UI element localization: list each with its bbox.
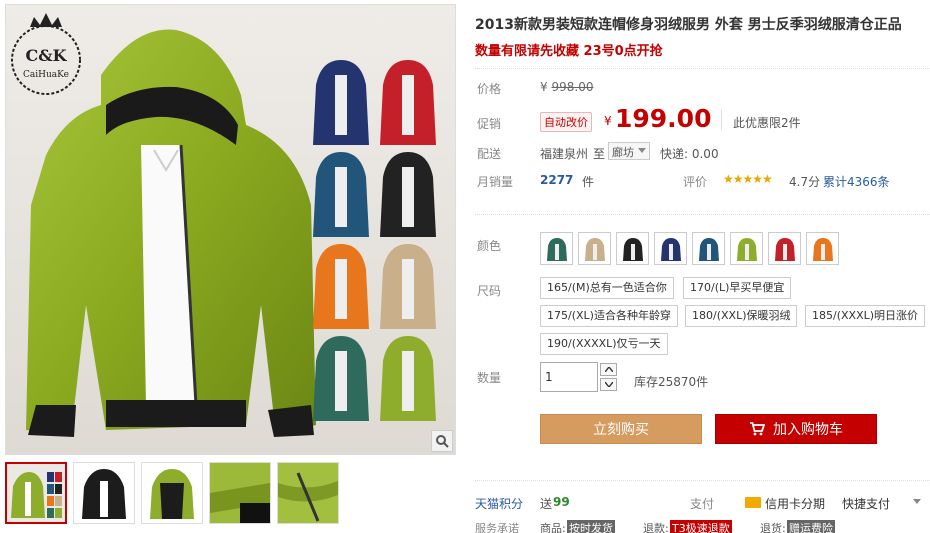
promo-text: 数量有限请先收藏 23号0点开抢 [475,44,663,59]
thumbnail-4[interactable] [209,462,271,524]
divider [721,110,722,130]
refund-label: 退款: [643,522,669,533]
price-label: 价格 [477,82,502,96]
add-to-cart-button[interactable]: 加入购物车 [715,414,877,444]
color-swatch-8[interactable] [806,232,839,265]
chevron-up-icon [604,367,613,372]
chevron-down-icon [638,148,646,153]
size-option-180[interactable]: 180/(XXL)保暖羽绒 [685,305,798,327]
points-value: 99 [553,495,570,509]
return-label: 退货: [760,522,786,533]
color-swatch-2[interactable] [578,232,611,265]
size-option-165[interactable]: 165/(M)总有一色适合你 [540,277,674,299]
promo-price: 199.00 [615,104,712,133]
quantity-label: 数量 [477,371,502,385]
color-swatch-1[interactable] [540,232,573,265]
tmall-points-link[interactable]: 天猫积分 [475,495,523,512]
original-price: ¥ 998.00 [540,80,593,94]
fast-refund-tag: T3极速退款 [670,520,732,533]
quick-pay[interactable]: 快捷支付 [842,495,890,512]
size-option-185[interactable]: 185/(XXXL)明日涨价 [805,305,926,327]
quantity-decrease-button[interactable] [600,378,617,391]
thumbnail-strip [5,462,339,524]
on-time-delivery-tag: 按时发货 [567,520,615,533]
points-prefix: 送 [540,497,553,511]
jacket-icon [736,237,757,261]
destination-value: 廊坊 [612,146,634,159]
jacket-icon [622,237,643,261]
price-currency: ¥ [540,80,548,94]
thumbnail-5[interactable] [277,462,339,524]
promo-currency: ¥ [604,114,612,128]
sales-unit: 件 [582,175,595,189]
payment-label: 支付 [690,497,715,511]
shipping-fee: 快递: 0.00 [660,147,719,161]
color-swatch-3[interactable] [616,232,649,265]
size-option-170[interactable]: 170/(L)早买早便宜 [683,277,792,299]
credit-card-icon [745,497,761,508]
buy-now-button[interactable]: 立刻购买 [540,414,702,444]
stock-text: 库存25870件 [634,375,709,389]
quantity-input[interactable] [540,362,598,392]
chevron-down-icon [604,382,613,387]
quantity-increase-button[interactable] [600,363,617,376]
color-label: 颜色 [477,239,502,253]
monthly-sales-label: 月销量 [477,175,514,189]
jacket-icon [812,237,833,261]
review-score: 4.7分 [789,175,821,189]
shipping-label: 配送 [477,147,502,161]
jacket-icon [660,237,681,261]
original-price-value: 998.00 [551,80,594,94]
promo-limit-note: 此优惠限2件 [733,116,801,130]
jacket-icon [774,237,795,261]
thumbnail-1[interactable] [5,462,67,524]
promotion-label: 促销 [477,117,502,131]
chevron-down-icon[interactable] [913,499,921,504]
logo-name: CaiHuaKe [23,70,69,80]
logo-initials: C&K [25,46,67,65]
auto-price-badge: 自动改价 [540,112,592,132]
color-swatch-4[interactable] [654,232,687,265]
color-swatch-6[interactable] [730,232,763,265]
ship-from: 福建泉州 [540,147,589,161]
jacket-illustration: C&K CaiHuaKe [6,5,455,454]
product-gallery: C&K CaiHuaKe [0,0,460,533]
color-swatch-5[interactable] [692,232,725,265]
add-to-cart-label: 加入购物车 [773,422,843,438]
thumbnail-3[interactable] [141,462,203,524]
divider [475,480,930,481]
color-swatches [540,232,839,265]
star-rating-icon: ★★★★★ [723,172,773,186]
review-label: 评价 [683,175,708,189]
jacket-icon [698,237,719,261]
product-title: 2013新款男装短款连帽修身羽绒服男 外套 男士反季羽绒服清仓正品 [475,17,902,33]
review-count-link[interactable]: 累计4366条 [823,173,890,190]
divider [475,68,930,69]
magnifier-icon[interactable] [431,430,453,452]
monthly-sales-count: 2277 [540,173,574,187]
size-option-190[interactable]: 190/(XXXXL)仅亏一天 [540,333,668,355]
shipping-insurance-tag: 赠运费险 [787,520,835,533]
destination-select[interactable]: 廊坊 [608,142,650,160]
main-product-image[interactable]: C&K CaiHuaKe [5,4,456,455]
service-label: 服务承诺 [475,522,519,533]
product-info: 2013新款男装短款连帽修身羽绒服男 外套 男士反季羽绒服清仓正品 数量有限请先… [475,0,930,533]
size-option-175[interactable]: 175/(XL)适合各种年龄穿 [540,305,678,327]
credit-installment[interactable]: 信用卡分期 [765,495,825,512]
thumbnail-2[interactable] [73,462,135,524]
ship-to-word: 至 [593,147,606,161]
divider [475,214,930,215]
size-label: 尺码 [477,284,502,298]
color-swatch-7[interactable] [768,232,801,265]
jacket-icon [584,237,605,261]
shopping-cart-icon [750,422,765,436]
jacket-icon [546,237,567,261]
goods-label: 商品: [540,522,566,533]
